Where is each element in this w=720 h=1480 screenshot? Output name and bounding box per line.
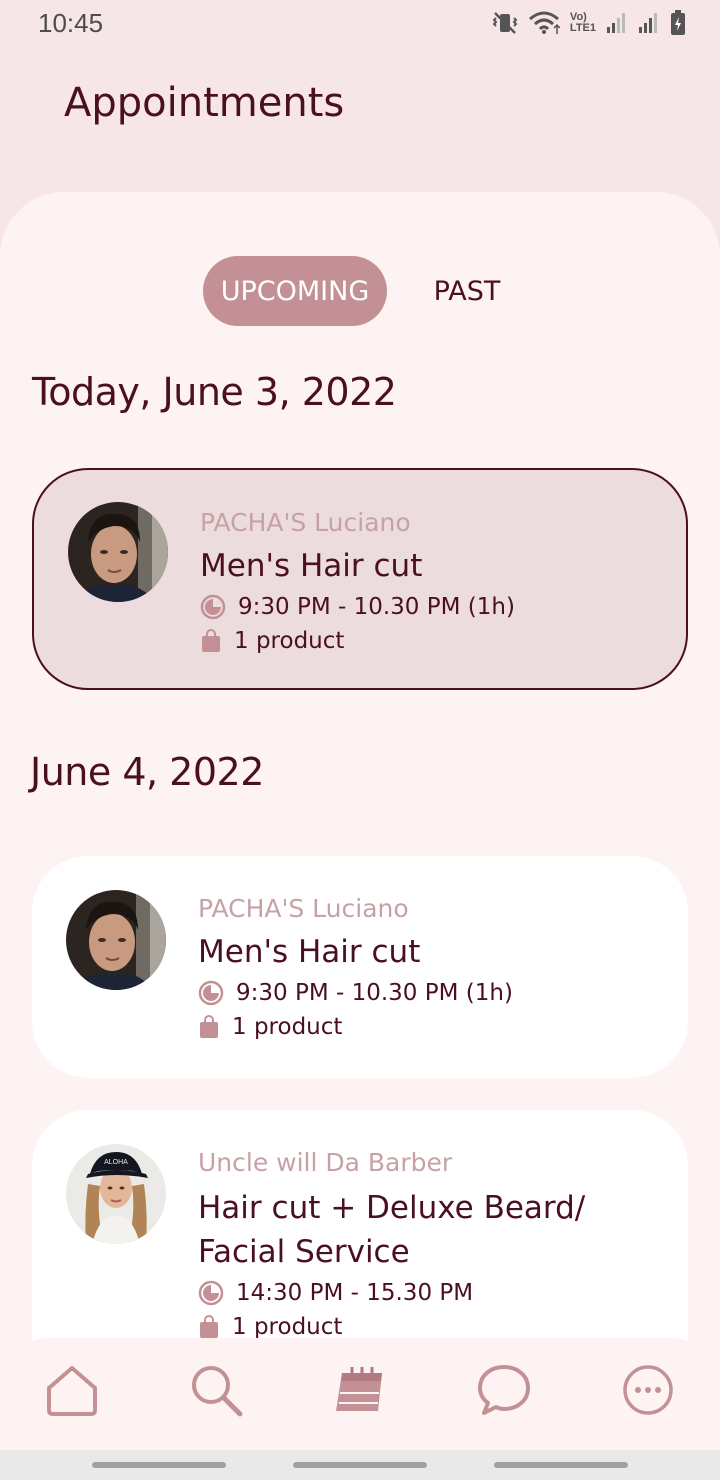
home-icon xyxy=(44,1364,100,1420)
bottom-nav xyxy=(0,1338,720,1450)
appointment-time-row: 9:30 PM - 10.30 PM (1h) xyxy=(198,980,513,1006)
more-icon xyxy=(621,1363,675,1421)
appointment-card[interactable]: PACHA'S Luciano Men's Hair cut 9:30 PM -… xyxy=(32,856,688,1078)
clock-icon xyxy=(198,980,224,1006)
shopping-bag-icon xyxy=(198,1015,220,1039)
system-nav-back[interactable] xyxy=(494,1462,628,1468)
products-count: 1 product xyxy=(234,628,345,654)
provider-name: PACHA'S Luciano xyxy=(200,508,411,537)
nav-more[interactable] xyxy=(618,1362,678,1422)
nav-calendar[interactable] xyxy=(330,1362,390,1422)
appointment-products-row: 1 product xyxy=(198,1014,342,1040)
products-count: 1 product xyxy=(232,1014,343,1040)
service-name: Men's Hair cut xyxy=(198,934,421,970)
vibrate-icon xyxy=(492,11,518,35)
date-heading-june-4: June 4, 2022 xyxy=(30,750,264,794)
status-bar: 10:45 Vo) LTE1 xyxy=(0,0,720,48)
appointment-time: 14:30 PM - 15.30 PM xyxy=(236,1280,474,1306)
appointment-products-row: 1 product xyxy=(200,628,344,654)
appointment-time-row: 14:30 PM - 15.30 PM xyxy=(198,1280,473,1306)
wifi-icon xyxy=(528,11,560,35)
system-nav-bar xyxy=(0,1450,720,1480)
avatar: ALOHA xyxy=(66,1144,166,1244)
shopping-bag-icon xyxy=(200,629,222,653)
appointment-time-row: 9:30 PM - 10.30 PM (1h) xyxy=(200,594,515,620)
status-time: 10:45 xyxy=(38,8,104,38)
service-name: Men's Hair cut xyxy=(200,548,423,584)
nav-chat[interactable] xyxy=(474,1362,534,1422)
system-nav-home[interactable] xyxy=(293,1462,427,1468)
service-name: Hair cut + Deluxe Beard/ Facial Service xyxy=(198,1190,586,1270)
clock-icon xyxy=(200,594,226,620)
tab-upcoming[interactable]: UPCOMING xyxy=(203,256,387,326)
calendar-icon xyxy=(332,1365,388,1419)
appointment-tabs: UPCOMING PAST xyxy=(0,256,720,326)
avatar xyxy=(68,502,168,602)
search-icon xyxy=(188,1362,244,1422)
date-heading-today: Today, June 3, 2022 xyxy=(32,370,397,414)
signal-icon xyxy=(606,12,628,34)
appointment-products-row: 1 product xyxy=(198,1314,342,1340)
system-nav-recents[interactable] xyxy=(92,1462,226,1468)
nav-home[interactable] xyxy=(42,1362,102,1422)
appointment-time: 9:30 PM - 10.30 PM (1h) xyxy=(238,594,515,620)
appointments-sheet[interactable]: UPCOMING PAST Today, June 3, 2022 PACHA'… xyxy=(0,192,720,1480)
tab-past[interactable]: PAST xyxy=(420,256,514,326)
signal-icon xyxy=(638,12,660,34)
battery-icon xyxy=(670,10,686,36)
avatar xyxy=(66,890,166,990)
appointment-time: 9:30 PM - 10.30 PM (1h) xyxy=(236,980,513,1006)
provider-name: PACHA'S Luciano xyxy=(198,894,409,923)
shopping-bag-icon xyxy=(198,1315,220,1339)
nav-search[interactable] xyxy=(186,1362,246,1422)
volte-label-bottom: LTE1 xyxy=(569,22,596,34)
volte-icon: Vo) LTE1 xyxy=(570,12,596,34)
products-count: 1 product xyxy=(232,1314,343,1340)
appointment-card[interactable]: PACHA'S Luciano Men's Hair cut 9:30 PM -… xyxy=(32,468,688,690)
page-title: Appointments xyxy=(64,80,345,126)
avatar-cap-text: ALOHA xyxy=(104,1159,128,1166)
chat-icon xyxy=(476,1363,532,1421)
status-icons: Vo) LTE1 xyxy=(492,10,686,36)
clock-icon xyxy=(198,1280,224,1306)
provider-name: Uncle will Da Barber xyxy=(198,1148,453,1177)
